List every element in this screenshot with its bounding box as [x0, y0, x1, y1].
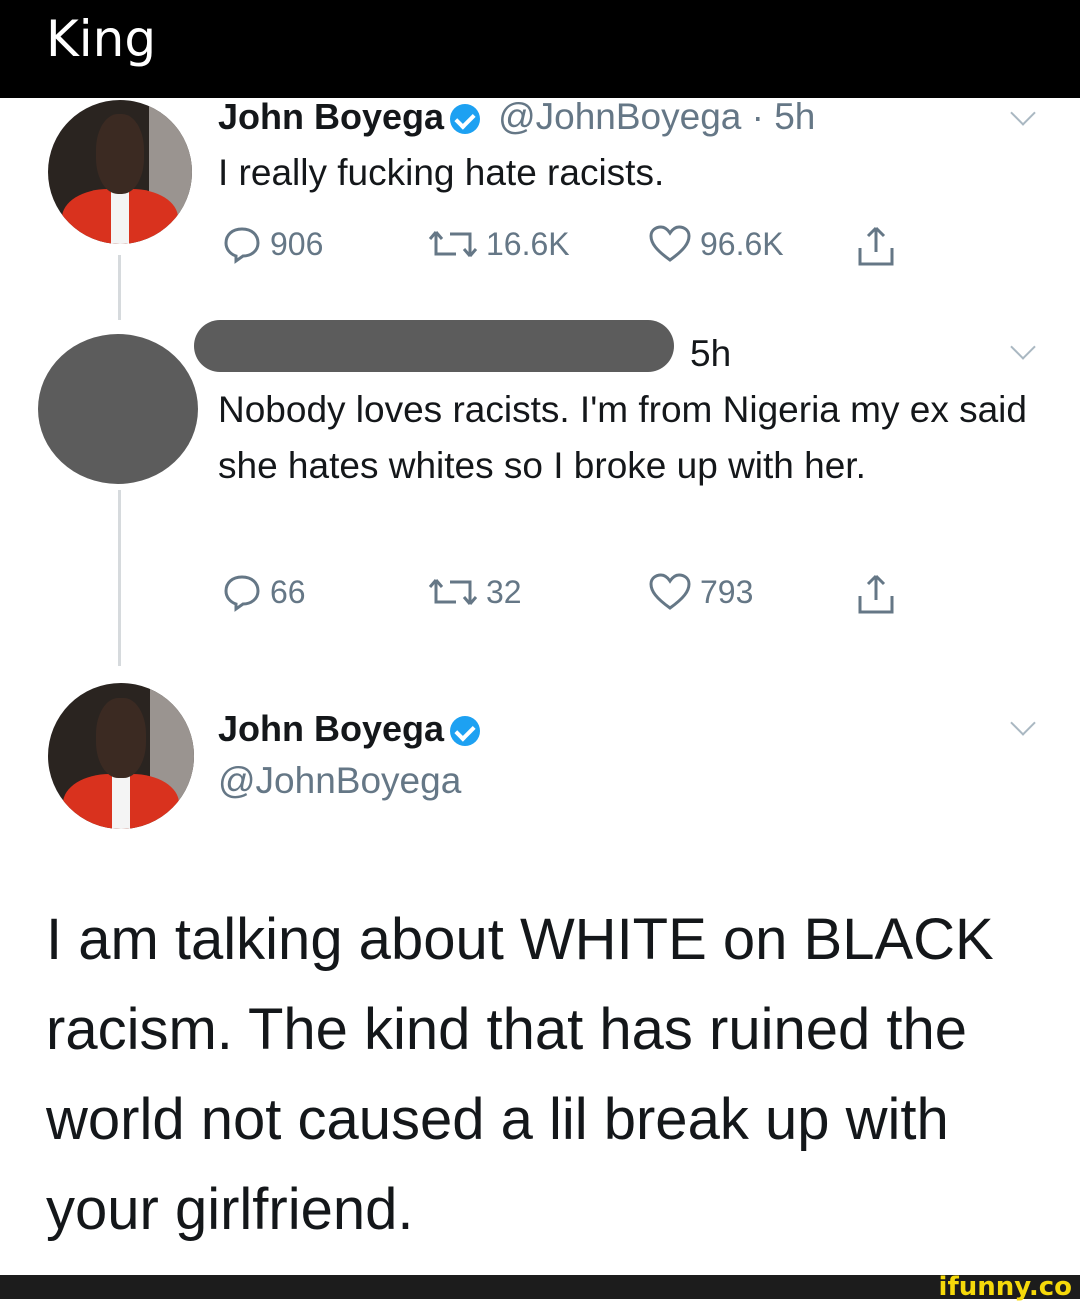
- reply-icon: [224, 227, 260, 264]
- thread-line-2: [118, 490, 121, 666]
- tweet2-like-count: 793: [700, 573, 754, 610]
- tweet2-share-button[interactable]: [856, 572, 896, 616]
- tweet3-author-name[interactable]: John Boyega: [218, 708, 481, 750]
- bottom-bar: [0, 1275, 1080, 1299]
- tweet1-like-button[interactable]: 96.6K: [648, 224, 784, 264]
- tweet2-time: 5h: [690, 333, 732, 374]
- reply-icon: [224, 575, 260, 612]
- heart-icon: [649, 225, 691, 262]
- tweet3-menu-chevron-icon[interactable]: [1010, 710, 1036, 736]
- tweet2-retweet-count: 32: [486, 573, 522, 610]
- share-icon: [858, 226, 894, 266]
- tweet3-handle[interactable]: @JohnBoyega: [218, 760, 461, 802]
- tweet2-reply-count: 66: [270, 573, 306, 610]
- tweet1-name: John Boyega: [218, 96, 445, 137]
- tweet2-text: Nobody loves racists. I'm from Nigeria m…: [218, 389, 1027, 486]
- heart-icon: [649, 573, 691, 610]
- tweet1-text: I really fucking hate racists.: [218, 152, 665, 193]
- redacted-avatar: [38, 334, 198, 484]
- thread-line: [118, 255, 121, 320]
- tweet1-author-name[interactable]: John Boyega @JohnBoyega · 5h: [218, 96, 815, 138]
- tweet2-like-button[interactable]: 793: [648, 572, 753, 612]
- tweet1-reply-count: 906: [270, 225, 324, 262]
- tweet1-menu-chevron-icon[interactable]: [1010, 100, 1036, 126]
- tweet1-retweet-button[interactable]: 16.6K: [428, 224, 570, 264]
- share-icon: [858, 574, 894, 614]
- redacted-username: [194, 320, 674, 372]
- top-bar: King: [0, 0, 1080, 98]
- tweet2-reply-button[interactable]: 66: [222, 572, 306, 612]
- retweet-icon: [428, 579, 478, 605]
- tweet1-retweet-count: 16.6K: [486, 225, 570, 262]
- retweet-icon: [428, 231, 478, 257]
- tweet1-reply-button[interactable]: 906: [222, 224, 323, 264]
- tweet2-menu-chevron-icon[interactable]: [1010, 334, 1036, 360]
- tweet3-name: John Boyega: [218, 708, 445, 749]
- tweet2-retweet-button[interactable]: 32: [428, 572, 522, 612]
- post-title: King: [46, 10, 157, 68]
- tweet1-share-button[interactable]: [856, 224, 896, 268]
- watermark: ifunny.co: [938, 1272, 1072, 1302]
- tweet1-like-count: 96.6K: [700, 225, 784, 262]
- verified-icon: [450, 104, 481, 135]
- tweet1-handle-time: @JohnBoyega · 5h: [498, 96, 816, 137]
- verified-icon: [450, 716, 481, 747]
- avatar-john-boyega-2[interactable]: [48, 683, 194, 829]
- tweet3-text: I am talking about WHITE on BLACK racism…: [46, 907, 994, 1242]
- avatar-john-boyega[interactable]: [48, 100, 192, 244]
